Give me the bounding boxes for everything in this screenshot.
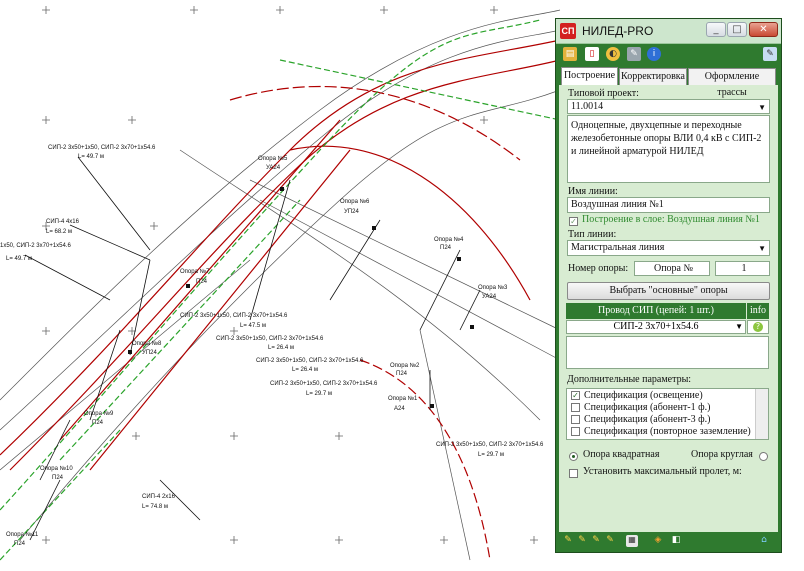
radio-square-label: Опора квадратная xyxy=(583,449,660,460)
svg-text:СИП-4 4х16: СИП-4 4х16 xyxy=(46,219,80,225)
svg-text:L= 68.2 м: L= 68.2 м xyxy=(46,229,72,235)
svg-text:L= 49.7 м: L= 49.7 м xyxy=(6,256,32,262)
svg-text:Опора №6: Опора №6 xyxy=(340,198,370,205)
svg-text:Опора №9: Опора №9 xyxy=(84,410,114,417)
wire-table-empty-area xyxy=(566,336,769,369)
radio-square-pole[interactable] xyxy=(569,452,578,461)
drawing-labels: СИП-2 3х50+1х50, СИП-2 3х70+1х54.6 L= 49… xyxy=(0,145,544,547)
close-icon[interactable]: ✕ xyxy=(749,22,778,37)
spec-checkbox-subscriber-3f[interactable] xyxy=(571,415,580,425)
params-panel: Провод СИП (цепей: 1 шт.) info СИП-2 3х7… xyxy=(558,48,777,514)
svg-text:П24: П24 xyxy=(14,541,26,547)
svg-text:УА24: УА24 xyxy=(482,294,497,300)
max-span-label: Установить максимальный пролет, м: xyxy=(583,466,742,477)
wire-select[interactable]: СИП-2 3х70+1х54.6 ▼ xyxy=(566,320,746,334)
svg-text:А24: А24 xyxy=(394,406,405,412)
radio-round-pole[interactable] xyxy=(759,452,768,461)
svg-text:Опора №4: Опора №4 xyxy=(434,236,464,243)
extra-params-label: Дополнительные параметры: xyxy=(567,374,692,385)
svg-text:СИП-2 3х50+1х50, СИП-2 3х70+1х: СИП-2 3х50+1х50, СИП-2 3х70+1х54.6 xyxy=(436,442,544,448)
window-title: НИЛЕД-PRO xyxy=(582,24,654,38)
svg-text:Опора №7: Опора №7 xyxy=(180,268,210,275)
road-lines xyxy=(0,9,561,561)
chart-icon[interactable]: ▦ xyxy=(626,535,638,547)
svg-text:СИП-2 3х50+1х50, СИП-2 3х70+1х: СИП-2 3х50+1х50, СИП-2 3х70+1х54.6 xyxy=(48,145,156,151)
spec-list: ✓ Спецификация (освещение) Спецификация (… xyxy=(566,388,769,440)
svg-text:L= 29.7 м: L= 29.7 м xyxy=(478,452,504,458)
svg-text:УП24: УП24 xyxy=(142,350,157,356)
svg-text:L= 26.4 м: L= 26.4 м xyxy=(292,367,318,373)
svg-text:L= 47.5 м: L= 47.5 м xyxy=(240,323,266,329)
svg-text:УА24: УА24 xyxy=(266,165,281,171)
svg-text:СИП-2 3х50+1х50, СИП-2 3х70+1х: СИП-2 3х50+1х50, СИП-2 3х70+1х54.6 xyxy=(256,358,364,364)
svg-text:П24: П24 xyxy=(52,475,64,481)
draw-pencil-icon[interactable]: ✎ xyxy=(562,535,574,547)
title-bar[interactable]: СП НИЛЕД-PRO _ □ ✕ xyxy=(556,19,781,44)
svg-text:Опора №10: Опора №10 xyxy=(40,465,73,472)
spec-label: Спецификация (абонент-3 ф.) xyxy=(584,414,711,425)
home-icon[interactable]: ⌂ xyxy=(758,535,770,547)
bottom-toolbar: ✎ ✎ ✎ ✎ ▦ ◈ ◧ ⌂ xyxy=(556,532,779,551)
eraser-icon[interactable]: ◧ xyxy=(670,535,682,547)
svg-text:П24: П24 xyxy=(196,279,208,285)
svg-text:L= 49.7 м: L= 49.7 м xyxy=(78,154,104,160)
info-header: info xyxy=(747,303,769,319)
spec-list-scrollbar[interactable] xyxy=(755,389,768,439)
spec-item-subscriber-3f[interactable]: Спецификация (абонент-3 ф.) xyxy=(571,414,710,425)
spec-item-lighting[interactable]: ✓ Спецификация (освещение) xyxy=(571,390,703,401)
wire-header: Провод СИП (цепей: 1 шт.) xyxy=(566,303,746,319)
svg-text:СИП-4 2х16: СИП-4 2х16 xyxy=(142,494,176,500)
svg-text:L= 74.8 м: L= 74.8 м xyxy=(142,504,168,510)
svg-text:СИП-2 3х50+1х50, СИП-2 3х70+1х: СИП-2 3х50+1х50, СИП-2 3х70+1х54.6 xyxy=(270,381,378,387)
draw-pencil2-icon[interactable]: ✎ xyxy=(576,535,588,547)
max-span-checkbox[interactable] xyxy=(569,469,578,478)
grid-crosshairs xyxy=(42,6,538,544)
svg-text:П24: П24 xyxy=(92,420,104,426)
spec-label: Спецификация (абонент-1 ф.) xyxy=(584,402,711,413)
spec-checkbox-grounding[interactable] xyxy=(571,427,580,437)
spec-checkbox-lighting[interactable]: ✓ xyxy=(571,391,580,401)
power-lines-green xyxy=(0,19,561,561)
spec-item-grounding[interactable]: Спецификация (повторное заземление) xyxy=(571,426,751,437)
minimize-icon[interactable]: _ xyxy=(706,22,726,37)
spec-label: Спецификация (повторное заземление) xyxy=(584,426,751,437)
draw-pencil4-icon[interactable]: ✎ xyxy=(604,535,616,547)
svg-text:СИП-2 3х50+1х50, СИП-2 3х70+1х: СИП-2 3х50+1х50, СИП-2 3х70+1х54.6 xyxy=(216,336,324,342)
svg-text:УП24: УП24 xyxy=(344,209,359,215)
app-icon: СП xyxy=(560,23,576,39)
paint-bucket-icon[interactable]: ◈ xyxy=(652,535,664,547)
maximize-icon[interactable]: □ xyxy=(727,22,747,37)
chevron-down-icon: ▼ xyxy=(735,322,743,331)
pole-markers xyxy=(128,187,474,408)
spec-checkbox-subscriber-1f[interactable] xyxy=(571,403,580,413)
svg-text:Опора №11: Опора №11 xyxy=(6,531,39,538)
help-icon: ? xyxy=(753,322,763,332)
svg-text:Опора №2: Опора №2 xyxy=(390,362,420,369)
svg-text:П24: П24 xyxy=(440,245,452,251)
info-button[interactable]: ? xyxy=(747,320,769,334)
svg-text:Опора №3: Опора №3 xyxy=(478,284,508,291)
svg-text:П24: П24 xyxy=(396,371,408,377)
svg-text:L= 26.4 м: L= 26.4 м xyxy=(268,345,294,351)
svg-text:СИП-2 3х50+1х50, СИП-2 3х70+1х: СИП-2 3х50+1х50, СИП-2 3х70+1х54.6 xyxy=(180,313,288,319)
power-lines-red xyxy=(0,39,561,561)
spec-label: Спецификация (освещение) xyxy=(584,390,703,401)
pole-leaders xyxy=(24,156,481,541)
svg-text:L= 29.7 м: L= 29.7 м xyxy=(306,391,332,397)
svg-text:Опора №8: Опора №8 xyxy=(132,340,162,347)
wire-value: СИП-2 3х70+1х54.6 xyxy=(613,321,699,332)
svg-text:Опора №1: Опора №1 xyxy=(388,395,418,402)
svg-text:Опора №5: Опора №5 xyxy=(258,155,288,162)
radio-round-label: Опора круглая xyxy=(691,449,753,460)
draw-pencil3-icon[interactable]: ✎ xyxy=(590,535,602,547)
svg-text:1х50, СИП-2 3х70+1х54.6: 1х50, СИП-2 3х70+1х54.6 xyxy=(0,243,71,249)
spec-item-subscriber-1f[interactable]: Спецификация (абонент-1 ф.) xyxy=(571,402,710,413)
